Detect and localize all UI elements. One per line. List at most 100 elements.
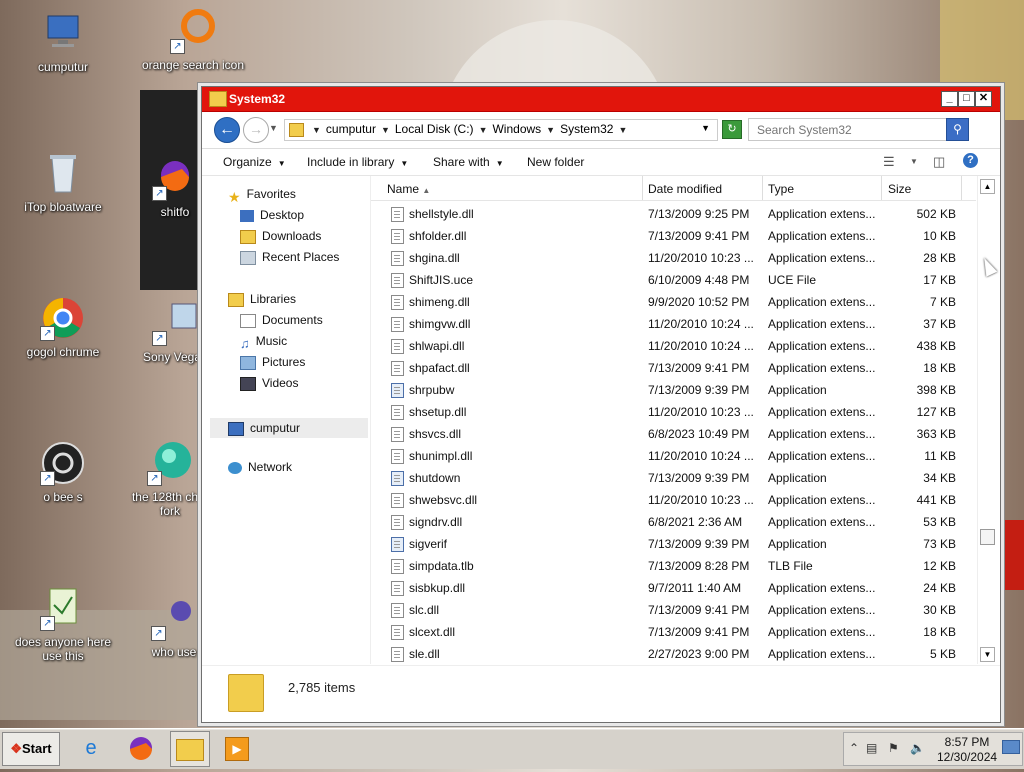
nav-favorites[interactable]: ★ Favorites xyxy=(228,187,296,207)
address-dropdown-icon[interactable]: ▼ xyxy=(701,123,710,133)
search-input[interactable] xyxy=(755,119,949,140)
column-divider[interactable] xyxy=(642,176,643,200)
column-name[interactable]: Name ▲ xyxy=(387,182,430,196)
internet-explorer-icon[interactable]: e xyxy=(72,731,110,765)
nav-music[interactable]: ♫ Music xyxy=(240,334,287,354)
desktop-icon-shitfo[interactable]: ↗ shitfo xyxy=(140,155,210,219)
table-row[interactable]: shfolder.dll 7/13/2009 9:41 PM Application… xyxy=(371,225,976,247)
close-button[interactable]: ✕ xyxy=(975,91,992,107)
clock-date[interactable]: 12/30/2024 xyxy=(937,750,997,764)
windows-logo-icon: ❖ xyxy=(10,741,23,756)
vertical-scrollbar[interactable]: ▲ ▼ xyxy=(977,176,995,664)
table-row[interactable]: sigverif 7/13/2009 9:39 PM Application 73 K… xyxy=(371,533,976,555)
volume-icon[interactable]: 🔈 xyxy=(910,741,925,755)
view-dropdown-icon[interactable]: ▼ xyxy=(910,157,918,166)
column-type[interactable]: Type xyxy=(768,182,794,196)
desktop-icon-itop[interactable]: iTop bloatware xyxy=(8,150,118,214)
column-divider[interactable] xyxy=(961,176,962,200)
table-row[interactable]: shsvcs.dll 6/8/2023 10:49 PM Application e… xyxy=(371,423,976,445)
nav-pictures[interactable]: Pictures xyxy=(240,355,305,375)
start-button[interactable]: ❖Start xyxy=(2,732,60,766)
address-bar[interactable]: ▼ cumputur ▼ Local Disk (C:) ▼ Windows ▼ System… xyxy=(284,119,718,141)
desktop-icon-obs[interactable]: ↗ o bee s xyxy=(8,440,118,504)
include-in-library-button[interactable]: Include in library ▼ xyxy=(307,155,408,169)
show-hidden-icons-icon[interactable]: ⌃ xyxy=(849,741,859,755)
nav-libraries[interactable]: Libraries xyxy=(228,292,296,312)
action-center-flag-icon[interactable]: ⚑ xyxy=(888,741,899,755)
scroll-down-icon[interactable]: ▼ xyxy=(980,647,995,662)
search-icon[interactable]: ⚲ xyxy=(946,118,969,141)
column-divider[interactable] xyxy=(762,176,763,200)
desktop-icon-chrome[interactable]: ↗ gogol chrume xyxy=(8,295,118,359)
desktop-icon-orange-search[interactable]: ↗ orange search icon xyxy=(138,8,248,72)
minimize-button[interactable]: _ xyxy=(941,91,958,107)
table-row[interactable]: shunimpl.dll 11/20/2010 10:24 ... Applicat… xyxy=(371,445,976,467)
table-row[interactable]: shpafact.dll 7/13/2009 9:41 PM Application… xyxy=(371,357,976,379)
breadcrumb-separator-icon[interactable]: ▼ xyxy=(546,125,555,135)
maximize-button[interactable]: □ xyxy=(958,91,975,107)
help-icon[interactable]: ? xyxy=(963,153,978,168)
breadcrumb-system32[interactable]: System32 xyxy=(560,122,613,136)
media-player-icon[interactable]: ▶ xyxy=(218,731,256,765)
recent-places-icon xyxy=(240,250,256,265)
breadcrumb-separator-icon[interactable]: ▼ xyxy=(618,125,627,135)
network-tray-icon[interactable]: ▤ xyxy=(866,741,877,755)
forward-button[interactable]: → xyxy=(243,117,269,143)
table-row[interactable]: shutdown 7/13/2009 9:39 PM Application 34 K… xyxy=(371,467,976,489)
nav-documents[interactable]: Documents xyxy=(240,313,323,333)
back-button[interactable]: ← xyxy=(214,117,240,143)
history-dropdown-icon[interactable]: ▼ xyxy=(269,123,278,133)
new-folder-button[interactable]: New folder xyxy=(527,155,584,169)
nav-videos[interactable]: Videos xyxy=(240,376,298,396)
table-row[interactable]: slc.dll 7/13/2009 9:41 PM Application exte… xyxy=(371,599,976,621)
table-row[interactable]: shrpubw 7/13/2009 9:39 PM Application 398 K… xyxy=(371,379,976,401)
nav-network[interactable]: Network xyxy=(228,460,292,480)
table-row[interactable]: ShiftJIS.uce 6/10/2009 4:48 PM UCE File 17 … xyxy=(371,269,976,291)
table-row[interactable]: sisbkup.dll 9/7/2011 1:40 AM Application e… xyxy=(371,577,976,599)
file-name: shimgvw.dll xyxy=(409,317,471,331)
preview-pane-icon[interactable]: ◫ xyxy=(933,154,945,170)
breadcrumb-windows[interactable]: Windows xyxy=(492,122,541,136)
clock-time[interactable]: 8:57 PM xyxy=(937,735,997,749)
scroll-up-icon[interactable]: ▲ xyxy=(980,179,995,194)
table-row[interactable]: shimeng.dll 9/9/2020 10:52 PM Application … xyxy=(371,291,976,313)
table-row[interactable]: shsetup.dll 11/20/2010 10:23 ... Applicati… xyxy=(371,401,976,423)
scroll-thumb[interactable] xyxy=(980,529,995,545)
nav-recent-places[interactable]: Recent Places xyxy=(240,250,339,270)
table-row[interactable]: signdrv.dll 6/8/2021 2:36 AM Application e… xyxy=(371,511,976,533)
desktop-icon-does-anyone[interactable]: ↗ does anyone here use this xyxy=(8,585,118,663)
view-options-icon[interactable]: ☰ xyxy=(883,154,895,170)
column-size[interactable]: Size xyxy=(888,182,911,196)
desktop-icon-cumputur[interactable]: cumputur xyxy=(8,10,118,74)
breadcrumb-separator-icon[interactable]: ▼ xyxy=(479,125,488,135)
show-desktop-button[interactable] xyxy=(1002,740,1020,754)
table-row[interactable]: slcext.dll 7/13/2009 9:41 PM Application e… xyxy=(371,621,976,643)
videos-icon xyxy=(240,376,256,391)
breadcrumb-cumputur[interactable]: cumputur xyxy=(326,122,376,136)
share-with-button[interactable]: Share with ▼ xyxy=(433,155,504,169)
title-bar[interactable]: System32 _ □ ✕ xyxy=(202,87,1000,112)
column-date-modified[interactable]: Date modified xyxy=(648,182,722,196)
column-divider[interactable] xyxy=(881,176,882,200)
table-row[interactable]: simpdata.tlb 7/13/2009 8:28 PM TLB File 12 … xyxy=(371,555,976,577)
table-row[interactable]: sle.dll 2/27/2023 9:00 PM Application exte… xyxy=(371,643,976,664)
nav-downloads[interactable]: Downloads xyxy=(240,229,321,249)
desktop-icon-who-use[interactable]: ↗ who use xyxy=(138,595,210,659)
table-row[interactable]: shimgvw.dll 11/20/2010 10:24 ... Applicati… xyxy=(371,313,976,335)
firefox-taskbar-icon[interactable] xyxy=(122,731,160,765)
table-row[interactable]: shgina.dll 11/20/2010 10:23 ... Applicatio… xyxy=(371,247,976,269)
desktop-icon-128th[interactable]: ↗ the 128th ch... fork xyxy=(130,440,210,518)
table-row[interactable]: shwebsvc.dll 11/20/2010 10:23 ... Applicat… xyxy=(371,489,976,511)
explorer-taskbar-icon[interactable] xyxy=(170,731,210,767)
breadcrumb-local-disk[interactable]: Local Disk (C:) xyxy=(395,122,474,136)
nav-desktop[interactable]: Desktop xyxy=(240,208,304,228)
nav-computer[interactable]: cumputur xyxy=(210,418,368,438)
table-row[interactable]: shellstyle.dll 7/13/2009 9:25 PM Applicati… xyxy=(371,203,976,225)
file-type: Application xyxy=(768,537,827,551)
breadcrumb-separator-icon[interactable]: ▼ xyxy=(381,125,390,135)
refresh-button[interactable]: ↻ xyxy=(722,120,742,139)
organize-button[interactable]: Organize ▼ xyxy=(223,155,286,169)
table-row[interactable]: shlwapi.dll 11/20/2010 10:24 ... Applicati… xyxy=(371,335,976,357)
search-box[interactable]: ⚲ xyxy=(748,118,969,141)
breadcrumb-separator-icon[interactable]: ▼ xyxy=(312,125,321,135)
